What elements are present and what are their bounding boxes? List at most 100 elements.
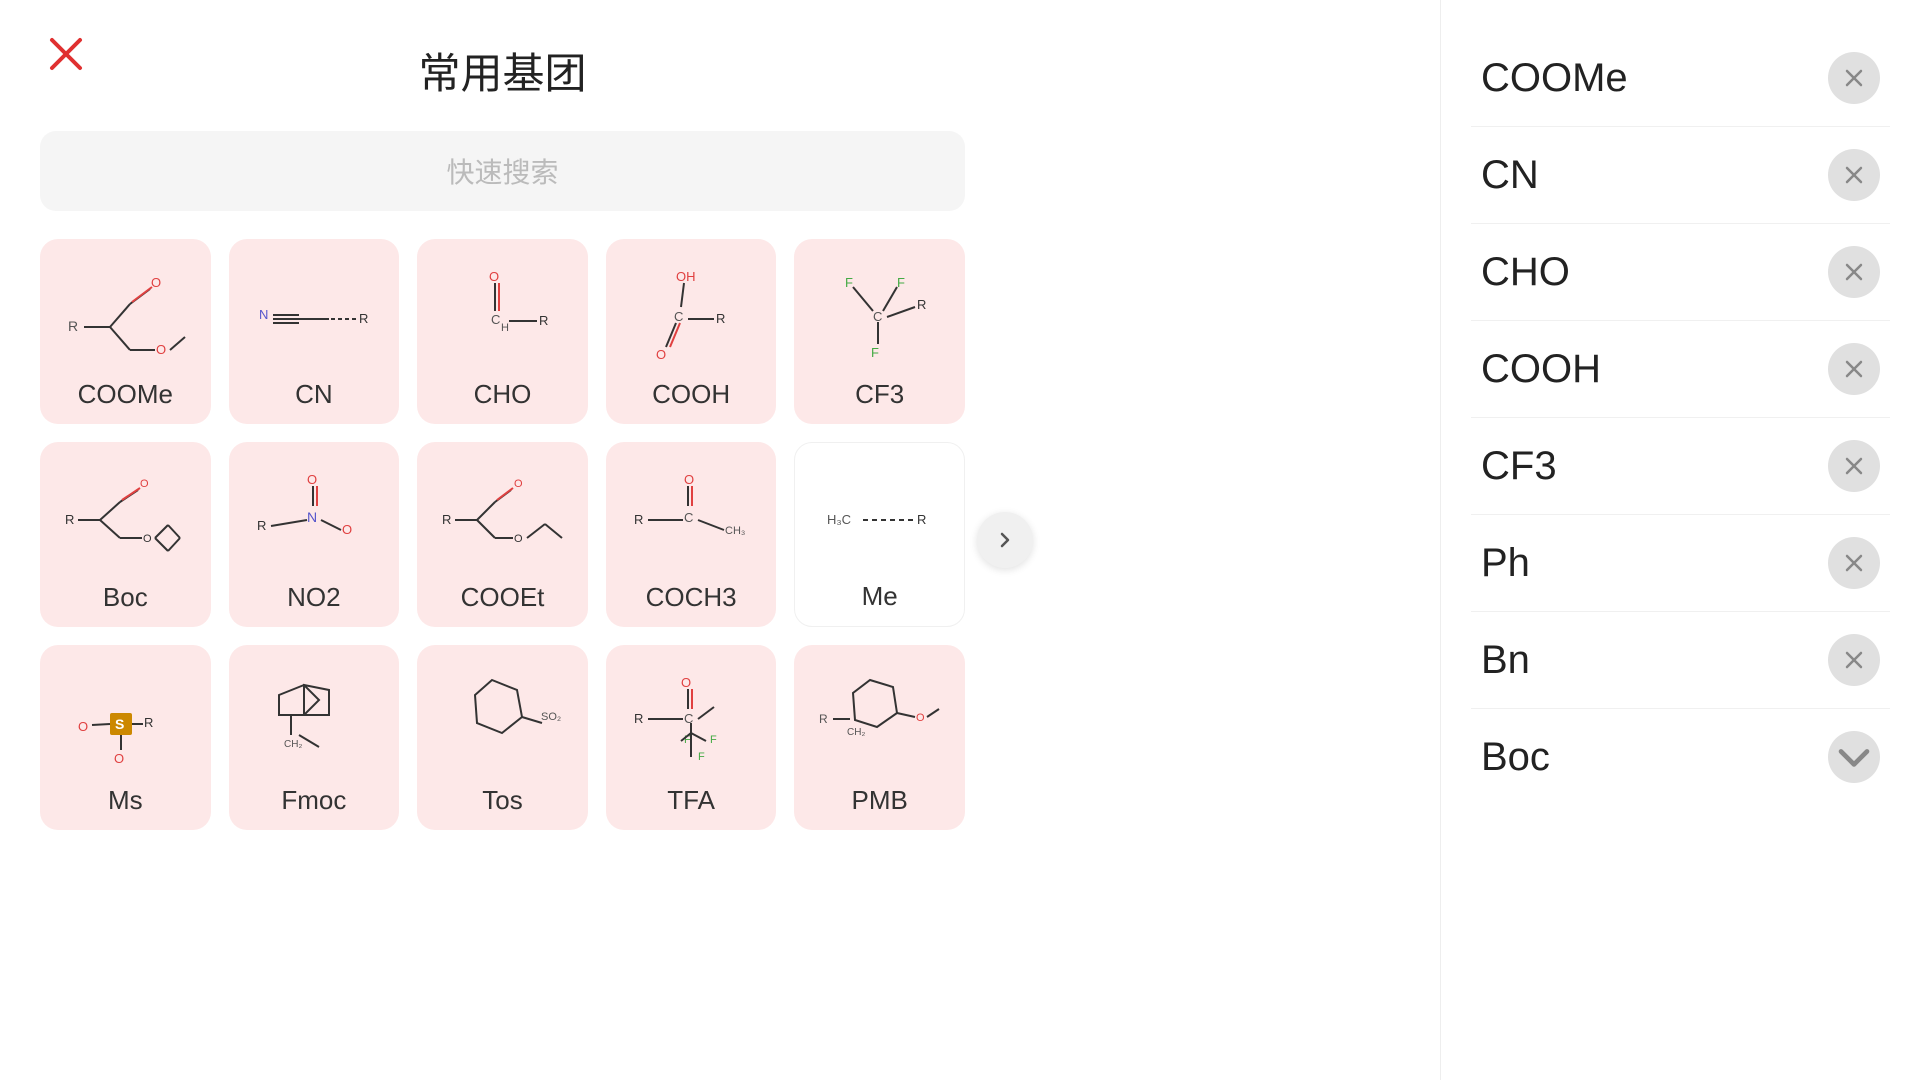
- svg-text:O: O: [78, 719, 88, 734]
- grid-label-Me: Me: [862, 581, 898, 612]
- svg-text:R: R: [634, 512, 643, 527]
- grid-item-Me[interactable]: H₃C R Me: [794, 442, 965, 627]
- svg-text:SO₂: SO₂: [541, 711, 561, 723]
- svg-text:O: O: [143, 533, 152, 545]
- remove-CF3-button[interactable]: [1828, 440, 1880, 492]
- remove-CHO-button[interactable]: [1828, 246, 1880, 298]
- right-item-Ph: Ph: [1471, 515, 1890, 612]
- svg-text:R: R: [144, 715, 153, 730]
- grid-item-COCH3[interactable]: O C R CH₃ COCH3: [606, 442, 777, 627]
- grid-item-COOEt[interactable]: R O O COOEt: [417, 442, 588, 627]
- chem-structure-COCH3: O C R CH₃: [616, 460, 767, 574]
- grid-item-NO2[interactable]: O N O R NO2: [229, 442, 400, 627]
- grid-item-CN[interactable]: N R CN: [229, 239, 400, 424]
- svg-text:O: O: [656, 347, 666, 362]
- grid-label-TFA: TFA: [667, 785, 715, 816]
- svg-text:C: C: [491, 312, 500, 327]
- remove-CN-button[interactable]: [1828, 149, 1880, 201]
- grid-label-Ms: Ms: [108, 785, 143, 816]
- svg-text:O: O: [684, 472, 694, 487]
- svg-text:R: R: [917, 512, 926, 527]
- svg-text:O: O: [681, 675, 691, 690]
- right-item-CN: CN: [1471, 127, 1890, 224]
- grid-label-CN: CN: [295, 379, 333, 410]
- grid-label-Tos: Tos: [482, 785, 522, 816]
- remove-Bn-button[interactable]: [1828, 634, 1880, 686]
- main-panel: 常用基团 快速搜索 R O: [0, 0, 1005, 1080]
- svg-text:R: R: [65, 512, 74, 527]
- right-item-Bn: Bn: [1471, 612, 1890, 709]
- svg-text:R: R: [257, 518, 266, 533]
- right-item-label-CF3: CF3: [1481, 444, 1557, 489]
- right-item-label-CN: CN: [1481, 153, 1539, 198]
- grid-label-COOH: COOH: [652, 379, 730, 410]
- svg-text:O: O: [514, 533, 523, 545]
- chem-structure-TFA: O C R F F F: [616, 663, 767, 777]
- grid-item-TFA[interactable]: O C R F F F TFA: [606, 645, 777, 830]
- grid-item-CF3[interactable]: F F C F R CF3: [794, 239, 965, 424]
- remove-COOMe-button[interactable]: [1828, 52, 1880, 104]
- grid-item-Boc[interactable]: R O O Boc: [40, 442, 211, 627]
- svg-text:F: F: [897, 275, 905, 290]
- grid-item-CHO[interactable]: O C H R CHO: [417, 239, 588, 424]
- chem-structure-Boc: R O O: [50, 460, 201, 574]
- right-item-COOMe: COOMe: [1471, 30, 1890, 127]
- grid-item-COOMe[interactable]: R O O COOMe: [40, 239, 211, 424]
- functional-groups-grid: R O O COOMe: [40, 239, 965, 830]
- chem-structure-Fmoc: CH₂: [239, 663, 390, 777]
- grid-label-PMB: PMB: [852, 785, 908, 816]
- svg-text:R: R: [634, 711, 643, 726]
- svg-text:S: S: [115, 716, 124, 732]
- right-item-CHO: CHO: [1471, 224, 1890, 321]
- chem-structure-COOH: OH C O R: [616, 257, 767, 371]
- grid-item-PMB[interactable]: R CH₂ O PMB: [794, 645, 965, 830]
- svg-text:OH: OH: [676, 269, 696, 284]
- close-button[interactable]: [40, 28, 92, 80]
- scroll-down-button[interactable]: [1828, 731, 1880, 783]
- grid-label-COOMe: COOMe: [78, 379, 173, 410]
- svg-text:O: O: [140, 478, 149, 490]
- chem-structure-Ms: S O O R: [50, 663, 201, 777]
- svg-text:F: F: [871, 345, 879, 360]
- svg-text:H: H: [501, 322, 509, 334]
- svg-text:R: R: [359, 311, 368, 326]
- svg-text:CH₂: CH₂: [284, 739, 302, 750]
- grid-item-Ms[interactable]: S O O R Ms: [40, 645, 211, 830]
- remove-Ph-button[interactable]: [1828, 537, 1880, 589]
- grid-label-Boc: Boc: [103, 582, 148, 613]
- svg-text:F: F: [698, 751, 705, 763]
- svg-text:R: R: [819, 712, 828, 726]
- svg-text:CH₃: CH₃: [725, 525, 745, 537]
- svg-text:F: F: [710, 734, 717, 746]
- svg-text:C: C: [674, 309, 683, 324]
- svg-text:R: R: [442, 512, 451, 527]
- grid-label-CHO: CHO: [474, 379, 532, 410]
- svg-text:O: O: [156, 342, 166, 357]
- svg-text:R: R: [716, 311, 725, 326]
- svg-text:N: N: [307, 509, 317, 525]
- grid-label-NO2: NO2: [287, 582, 340, 613]
- grid-item-Fmoc[interactable]: CH₂ Fmoc: [229, 645, 400, 830]
- svg-text:O: O: [489, 269, 499, 284]
- right-item-label-COOH: COOH: [1481, 347, 1601, 392]
- grid-label-Fmoc: Fmoc: [281, 785, 346, 816]
- svg-text:O: O: [114, 751, 124, 766]
- svg-text:R: R: [539, 313, 548, 328]
- search-bar[interactable]: 快速搜索: [40, 131, 965, 211]
- svg-text:O: O: [916, 712, 925, 724]
- remove-COOH-button[interactable]: [1828, 343, 1880, 395]
- selected-groups-panel: COOMe CN CHO COOH: [1440, 0, 1920, 1080]
- right-item-label-CHO: CHO: [1481, 250, 1570, 295]
- page-title: 常用基团: [40, 30, 965, 101]
- svg-text:R: R: [917, 297, 926, 312]
- svg-text:O: O: [307, 472, 317, 487]
- scroll-right-button[interactable]: [977, 512, 1033, 568]
- right-item-label-Boc: Boc: [1481, 735, 1550, 780]
- svg-text:N: N: [259, 307, 268, 322]
- grid-label-COOEt: COOEt: [461, 582, 545, 613]
- chem-structure-NO2: O N O R: [239, 460, 390, 574]
- grid-item-Tos[interactable]: SO₂ Tos: [417, 645, 588, 830]
- grid-item-COOH[interactable]: OH C O R COOH: [606, 239, 777, 424]
- grid-label-COCH3: COCH3: [646, 582, 737, 613]
- chem-structure-COOEt: R O O: [427, 460, 578, 574]
